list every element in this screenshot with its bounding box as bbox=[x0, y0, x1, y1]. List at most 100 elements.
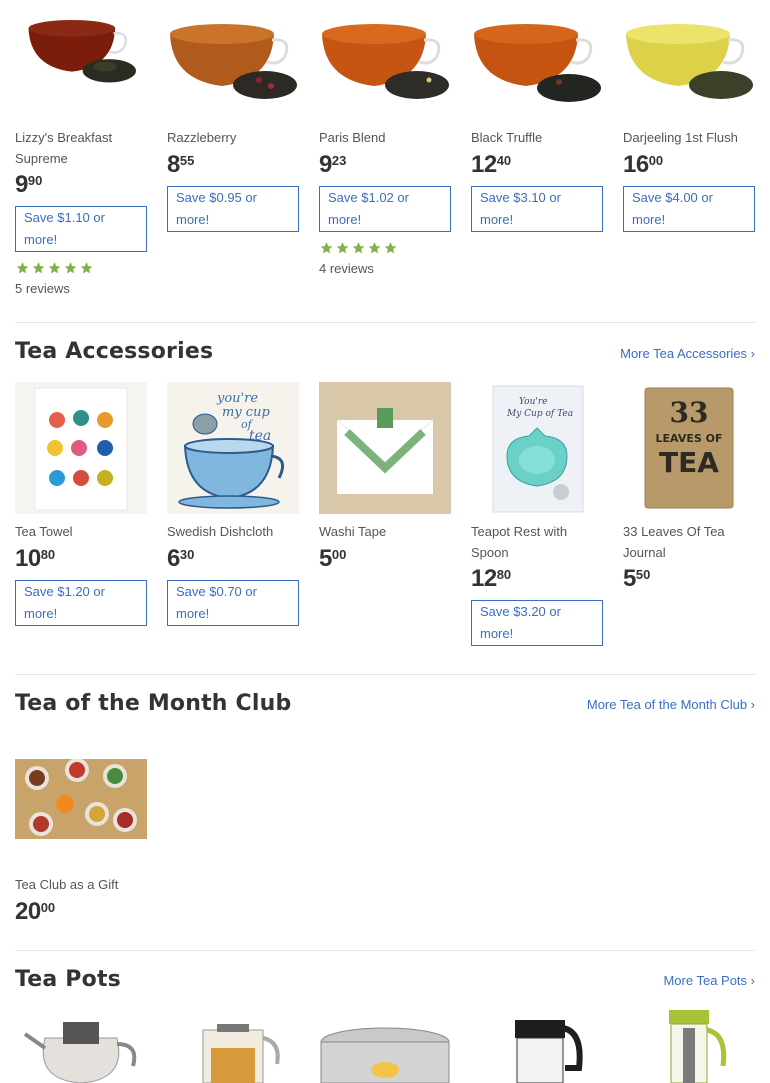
star-rating bbox=[319, 241, 451, 255]
price-whole: 6 bbox=[167, 544, 180, 572]
rest-text-2: My Cup of Tea bbox=[506, 409, 573, 419]
tea-club-image[interactable] bbox=[15, 734, 147, 866]
tea-cup-image[interactable] bbox=[15, 0, 147, 110]
product-name[interactable]: Teapot Rest with Spoon bbox=[471, 522, 603, 563]
price-whole: 12 bbox=[471, 565, 497, 592]
price-whole: 10 bbox=[15, 544, 41, 572]
cup-text-1: you're bbox=[216, 391, 258, 406]
product-card[interactable] bbox=[15, 1008, 147, 1083]
product-price: 1600 bbox=[623, 152, 755, 179]
price-whole: 8 bbox=[167, 150, 180, 178]
price-whole: 9 bbox=[319, 150, 332, 178]
star-icon bbox=[80, 262, 93, 274]
dishcloth-image[interactable]: you're my cup of tea bbox=[167, 382, 299, 514]
price-cents: 23 bbox=[331, 152, 347, 168]
teapot-rest-image[interactable]: You're My Cup of Tea bbox=[471, 382, 603, 514]
save-badge: Save $0.95 or more! bbox=[167, 185, 299, 232]
tea-towel-image[interactable] bbox=[15, 382, 147, 514]
product-card[interactable]: you're my cup of tea Swedish Dishcloth 6… bbox=[167, 382, 299, 626]
product-card[interactable]: Lizzy's Breakfast Supreme 990 Save $1.10… bbox=[15, 0, 147, 296]
product-card[interactable]: Washi Tape 500 bbox=[319, 382, 451, 573]
section-divider bbox=[15, 674, 755, 675]
save-badge: Save $0.70 or more! bbox=[167, 579, 299, 626]
washi-tape-image[interactable] bbox=[319, 382, 451, 514]
product-name[interactable]: Black Truffle bbox=[471, 128, 603, 149]
section-title: Tea Pots bbox=[15, 967, 121, 992]
product-price: 855 bbox=[167, 150, 299, 179]
product-name[interactable]: Tea Towel bbox=[15, 522, 147, 543]
glass-teapot-image[interactable] bbox=[167, 1008, 299, 1083]
section-divider bbox=[15, 322, 755, 323]
journal-text-1: 33 bbox=[670, 396, 709, 429]
price-whole: 5 bbox=[319, 544, 332, 572]
iced-tea-maker-image[interactable] bbox=[623, 1008, 755, 1083]
save-badge: Save $1.02 or more! bbox=[319, 185, 451, 232]
price-cents: 00 bbox=[40, 899, 56, 915]
more-teapots-link[interactable]: More Tea Pots › bbox=[663, 973, 755, 988]
price-cents: 80 bbox=[496, 567, 512, 582]
section-divider bbox=[15, 950, 755, 951]
price-cents: 50 bbox=[635, 567, 651, 582]
star-icon bbox=[64, 262, 77, 274]
product-price: 500 bbox=[319, 544, 451, 573]
product-card[interactable]: 33 LEAVES OF TEA 33 Leaves Of Tea Journa… bbox=[623, 382, 755, 593]
product-price: 1080 bbox=[15, 544, 147, 573]
teapot-warmer-image[interactable] bbox=[319, 1008, 451, 1083]
price-cents: 00 bbox=[331, 546, 347, 562]
journal-text-3: TEA bbox=[659, 446, 719, 479]
product-name[interactable]: Washi Tape bbox=[319, 522, 451, 543]
more-accessories-link[interactable]: More Tea Accessories › bbox=[620, 346, 755, 361]
product-card[interactable] bbox=[319, 1008, 451, 1083]
product-name[interactable]: Tea Club as a Gift bbox=[15, 875, 147, 896]
price-whole: 9 bbox=[15, 171, 28, 198]
product-card[interactable]: Tea Club as a Gift 2000 bbox=[15, 734, 147, 926]
product-card[interactable]: Paris Blend 923 Save $1.02 or more! 4 re… bbox=[319, 0, 451, 276]
section-title: Tea Accessories bbox=[15, 339, 214, 364]
save-badge: Save $4.00 or more! bbox=[623, 185, 755, 232]
product-price: 630 bbox=[167, 544, 299, 573]
price-whole: 12 bbox=[471, 150, 497, 178]
product-card[interactable]: You're My Cup of Tea Teapot Rest with Sp… bbox=[471, 382, 603, 646]
tea-cup-image[interactable] bbox=[471, 0, 603, 110]
product-name[interactable]: Swedish Dishcloth bbox=[167, 522, 299, 543]
review-count[interactable]: 5 reviews bbox=[15, 281, 147, 296]
product-name[interactable]: Razzleberry bbox=[167, 128, 299, 149]
product-name[interactable]: Paris Blend bbox=[319, 128, 451, 149]
glass-teapot-image[interactable] bbox=[15, 1008, 147, 1083]
price-cents: 00 bbox=[648, 152, 664, 168]
star-icon bbox=[320, 241, 333, 253]
tea-cup-image[interactable] bbox=[167, 0, 299, 110]
product-card[interactable]: Darjeeling 1st Flush 1600 Save $4.00 or … bbox=[623, 0, 755, 232]
star-icon bbox=[16, 262, 29, 274]
section-title: Tea of the Month Club bbox=[15, 691, 292, 716]
journal-image[interactable]: 33 LEAVES OF TEA bbox=[623, 382, 755, 514]
more-club-link[interactable]: More Tea of the Month Club › bbox=[587, 697, 755, 712]
product-name[interactable]: Lizzy's Breakfast Supreme bbox=[15, 128, 147, 169]
product-price: 1240 bbox=[471, 150, 603, 179]
star-icon bbox=[384, 241, 397, 253]
journal-text-2: LEAVES OF bbox=[656, 432, 723, 445]
rest-text-1: You're bbox=[519, 397, 547, 407]
tea-cup-image[interactable] bbox=[319, 0, 451, 110]
product-card[interactable]: Razzleberry 855 Save $0.95 or more! bbox=[167, 0, 299, 232]
star-icon bbox=[48, 262, 61, 274]
price-cents: 30 bbox=[179, 546, 195, 562]
product-card[interactable] bbox=[623, 1008, 755, 1083]
iced-tea-maker-image[interactable] bbox=[471, 1008, 603, 1083]
price-whole: 20 bbox=[15, 897, 41, 925]
save-badge: Save $1.20 or more! bbox=[15, 579, 147, 626]
product-name[interactable]: 33 Leaves Of Tea Journal bbox=[623, 522, 755, 563]
product-name[interactable]: Darjeeling 1st Flush bbox=[623, 128, 755, 149]
star-icon bbox=[32, 262, 45, 274]
product-price: 2000 bbox=[15, 897, 147, 926]
tea-cup-image[interactable] bbox=[623, 0, 755, 110]
product-card[interactable]: Black Truffle 1240 Save $3.10 or more! bbox=[471, 0, 603, 232]
review-count[interactable]: 4 reviews bbox=[319, 261, 451, 276]
product-card[interactable]: Tea Towel 1080 Save $1.20 or more! bbox=[15, 382, 147, 626]
price-cents: 40 bbox=[496, 152, 512, 168]
product-card[interactable] bbox=[167, 1008, 299, 1083]
save-badge: Save $3.20 or more! bbox=[471, 600, 603, 646]
product-card[interactable] bbox=[471, 1008, 603, 1083]
price-cents: 80 bbox=[40, 546, 56, 562]
star-icon bbox=[368, 241, 381, 253]
